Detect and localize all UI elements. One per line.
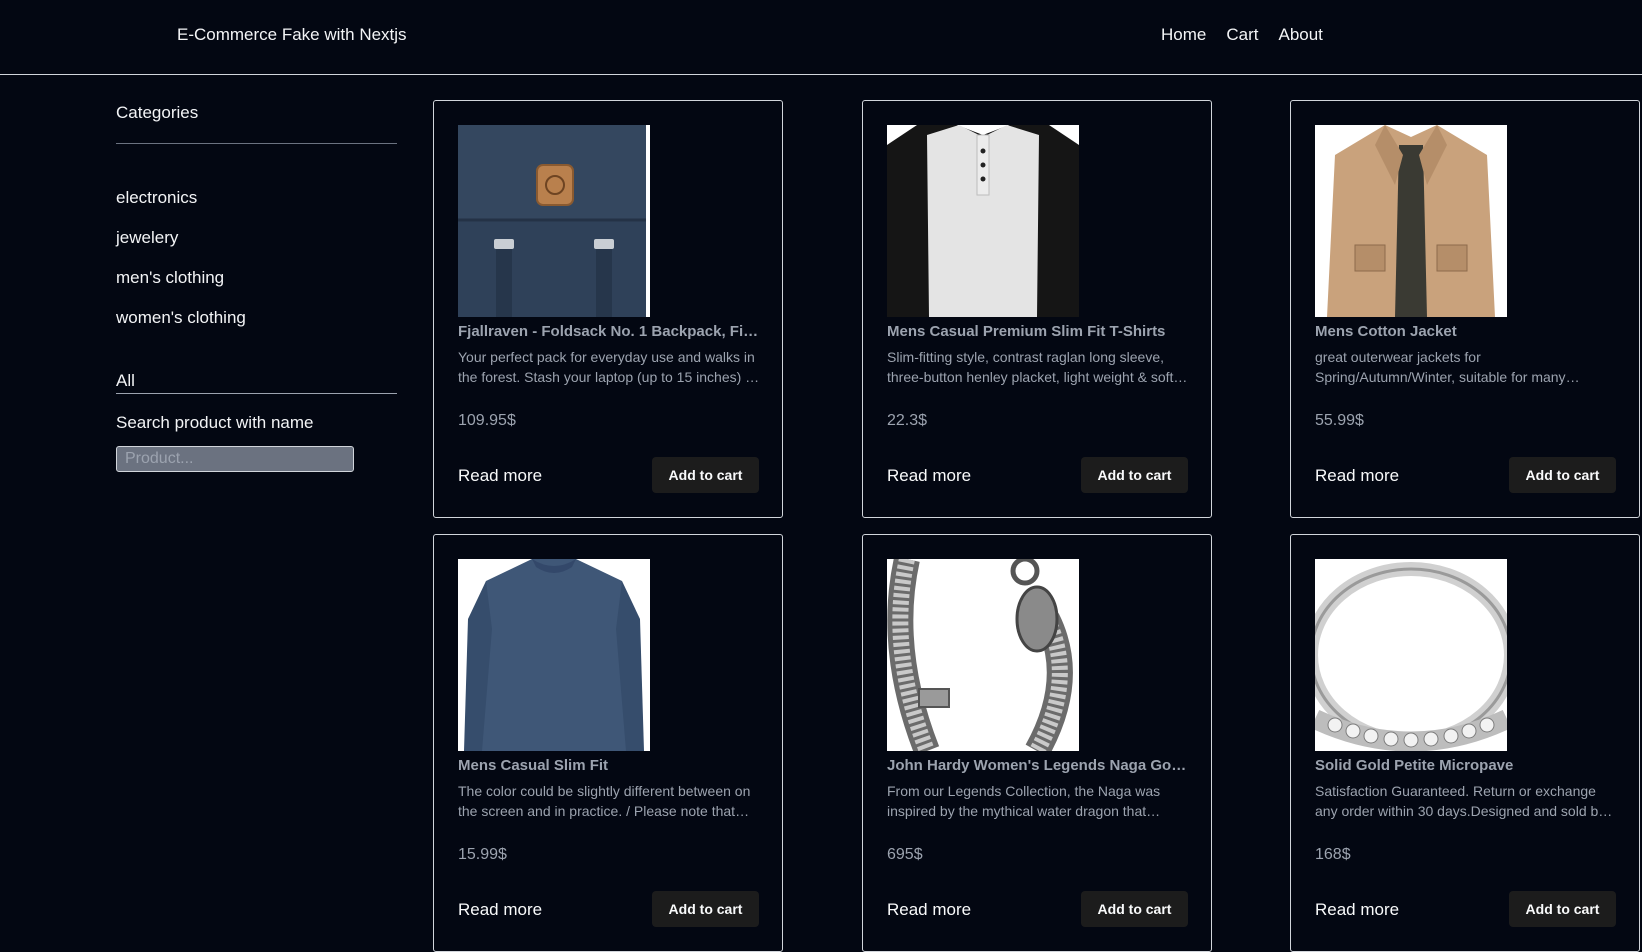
category-all[interactable]: All bbox=[116, 371, 397, 394]
product-title[interactable]: Mens Cotton Jacket bbox=[1315, 323, 1617, 340]
category-jewelery[interactable]: jewelery bbox=[116, 228, 178, 248]
product-description: Satisfaction Guaranteed. Return or excha… bbox=[1315, 783, 1606, 819]
product-card: Fjallraven - Foldsack No. 1 Backpack, Fi… bbox=[433, 100, 783, 518]
ring-image bbox=[1315, 559, 1507, 751]
product-title[interactable]: Solid Gold Petite Micropave bbox=[1315, 757, 1617, 774]
product-title[interactable]: Mens Casual Premium Slim Fit T-Shirts bbox=[887, 323, 1189, 340]
product-price: 168$ bbox=[1315, 846, 1351, 863]
add-to-cart-button[interactable]: Add to cart bbox=[652, 891, 759, 927]
read-more-link[interactable]: Read more bbox=[1315, 466, 1399, 486]
product-price: 55.99$ bbox=[1315, 412, 1364, 429]
product-price: 109.95$ bbox=[458, 412, 516, 429]
nav-about-link[interactable]: About bbox=[1278, 25, 1322, 45]
add-to-cart-button[interactable]: Add to cart bbox=[1509, 891, 1616, 927]
product-description: From our Legends Collection, the Naga wa… bbox=[887, 783, 1161, 819]
product-title[interactable]: John Hardy Women's Legends Naga Gold & S… bbox=[887, 757, 1189, 774]
product-price: 22.3$ bbox=[887, 412, 928, 429]
product-description: Slim-fitting style, contrast raglan long… bbox=[887, 349, 1174, 385]
longsleeve-image bbox=[458, 559, 650, 751]
category-electronics[interactable]: electronics bbox=[116, 188, 197, 208]
category-womens-clothing[interactable]: women's clothing bbox=[116, 308, 246, 328]
categories-divider bbox=[116, 143, 397, 144]
product-card: John Hardy Women's Legends Naga Gold & S… bbox=[862, 534, 1212, 952]
product-description: great outerwear jackets for Spring/Autum… bbox=[1315, 349, 1566, 385]
backpack-image bbox=[458, 125, 650, 317]
nav-links: Home Cart About bbox=[1161, 25, 1323, 45]
categories-title: Categories bbox=[116, 103, 199, 122]
brand-title[interactable]: E-Commerce Fake with Nextjs bbox=[177, 25, 407, 45]
product-card: Mens Casual Slim Fit The color could be … bbox=[433, 534, 783, 952]
product-description: The color could be slightly different be… bbox=[458, 783, 751, 819]
category-mens-clothing[interactable]: men's clothing bbox=[116, 268, 224, 288]
product-description: Your perfect pack for everyday use and w… bbox=[458, 349, 757, 385]
product-title[interactable]: Mens Casual Slim Fit bbox=[458, 757, 760, 774]
nav-home-link[interactable]: Home bbox=[1161, 25, 1206, 45]
product-title[interactable]: Fjallraven - Foldsack No. 1 Backpack, Fi… bbox=[458, 323, 760, 340]
read-more-link[interactable]: Read more bbox=[887, 900, 971, 920]
product-price: 695$ bbox=[887, 846, 923, 863]
product-price: 15.99$ bbox=[458, 846, 507, 863]
product-card: Mens Cotton Jacket great outerwear jacke… bbox=[1290, 100, 1640, 518]
read-more-link[interactable]: Read more bbox=[458, 466, 542, 486]
tshirt-image bbox=[887, 125, 1079, 317]
add-to-cart-button[interactable]: Add to cart bbox=[1509, 457, 1616, 493]
product-card: Solid Gold Petite Micropave Satisfaction… bbox=[1290, 534, 1640, 952]
add-to-cart-button[interactable]: Add to cart bbox=[652, 457, 759, 493]
read-more-link[interactable]: Read more bbox=[887, 466, 971, 486]
product-card: Mens Casual Premium Slim Fit T-Shirts Sl… bbox=[862, 100, 1212, 518]
search-label: Search product with name bbox=[116, 413, 314, 432]
read-more-link[interactable]: Read more bbox=[458, 900, 542, 920]
read-more-link[interactable]: Read more bbox=[1315, 900, 1399, 920]
nav-cart-link[interactable]: Cart bbox=[1226, 25, 1258, 45]
search-input[interactable] bbox=[116, 446, 354, 472]
navbar: E-Commerce Fake with Nextjs Home Cart Ab… bbox=[0, 0, 1642, 75]
bracelet-image bbox=[887, 559, 1079, 751]
add-to-cart-button[interactable]: Add to cart bbox=[1081, 891, 1188, 927]
jacket-image bbox=[1315, 125, 1507, 317]
add-to-cart-button[interactable]: Add to cart bbox=[1081, 457, 1188, 493]
